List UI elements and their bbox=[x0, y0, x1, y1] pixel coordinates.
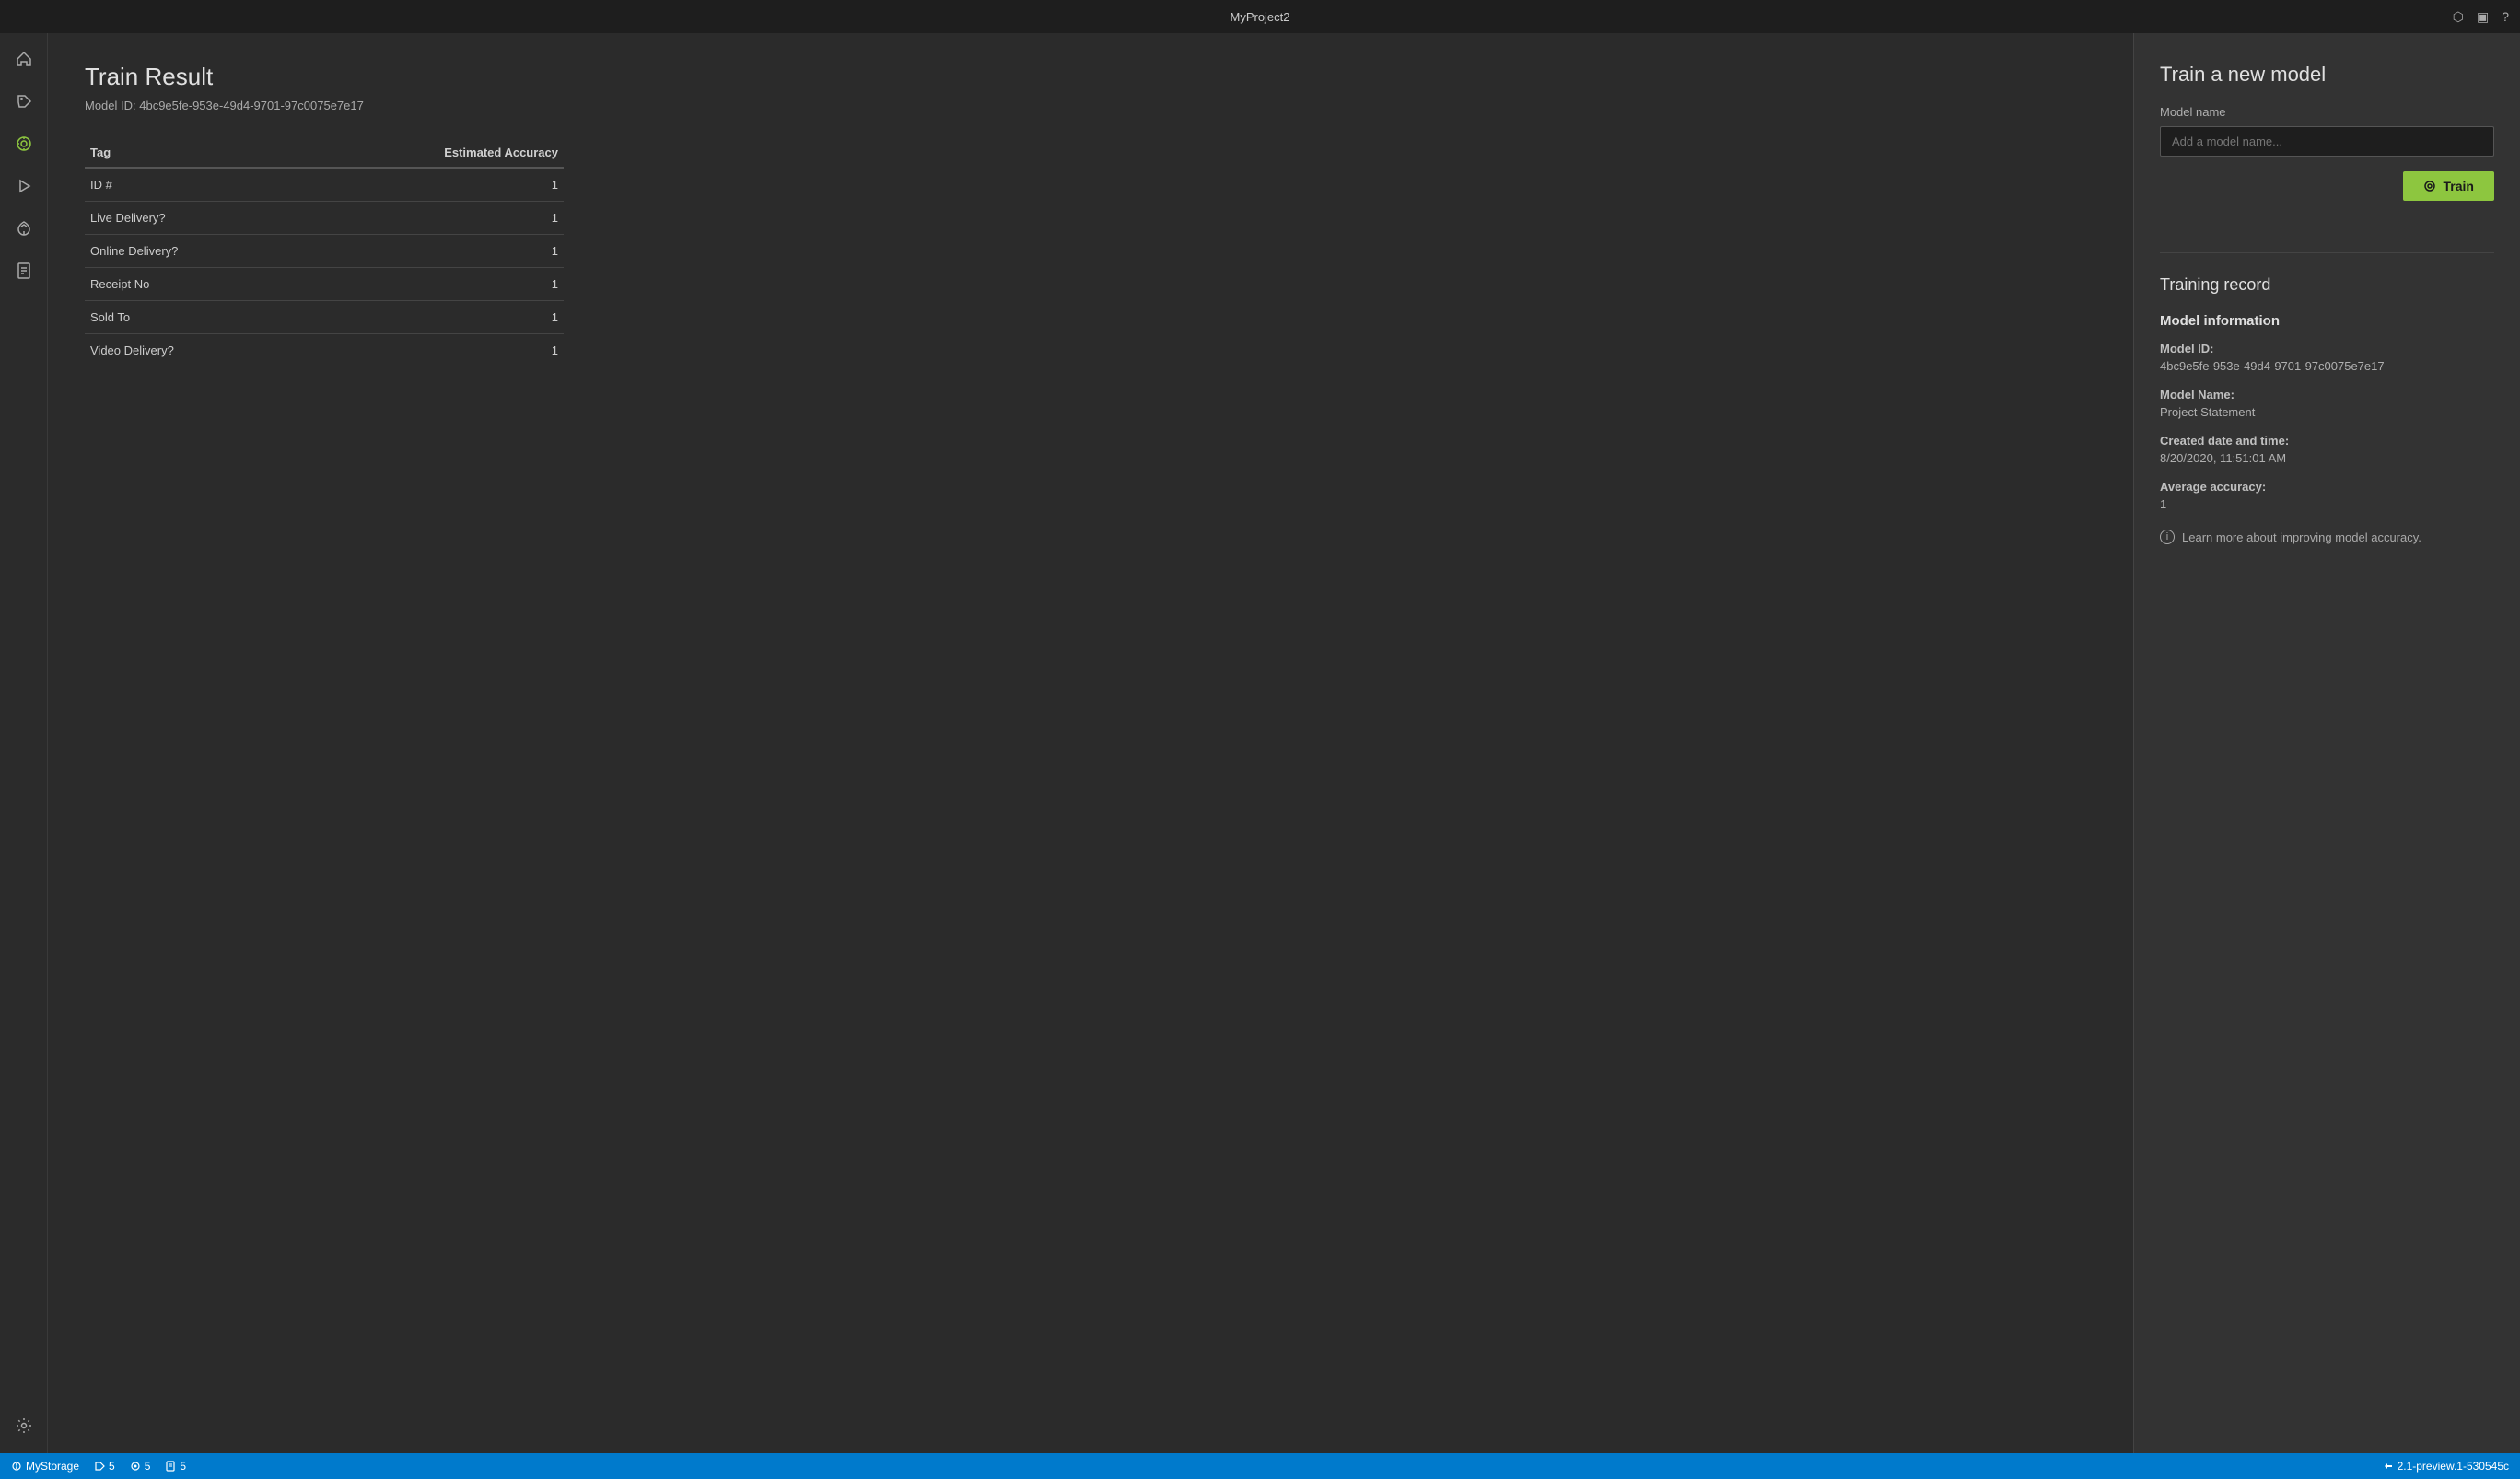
version-text: 2.1-preview.1-530545c bbox=[2398, 1460, 2509, 1473]
model-name-field-label: Model Name: bbox=[2160, 388, 2494, 402]
images-count: 5 bbox=[145, 1460, 151, 1473]
tag-cell: Sold To bbox=[85, 301, 297, 334]
titlebar: MyProject2 ⬡ ▣ ? bbox=[0, 0, 2520, 33]
model-name-label: Model name bbox=[2160, 105, 2494, 119]
tag-cell: Video Delivery? bbox=[85, 334, 297, 367]
page-title: Train Result bbox=[85, 63, 2096, 91]
table-row: Receipt No 1 bbox=[85, 268, 564, 301]
train-section-title: Train a new model bbox=[2160, 63, 2494, 87]
help-icon[interactable]: ? bbox=[2502, 9, 2509, 24]
right-panel: Train a new model Model name Train Train… bbox=[2133, 33, 2520, 1453]
tag-cell: Online Delivery? bbox=[85, 235, 297, 268]
docs-count: 5 bbox=[180, 1460, 186, 1473]
tag-cell: ID # bbox=[85, 168, 297, 202]
model-id-field: Model ID: 4bc9e5fe-953e-49d4-9701-97c007… bbox=[2160, 342, 2494, 373]
learn-more-link[interactable]: i Learn more about improving model accur… bbox=[2160, 530, 2494, 544]
layout-icon[interactable]: ▣ bbox=[2477, 9, 2489, 25]
statusbar-images: 5 bbox=[130, 1460, 151, 1473]
model-info-title: Model information bbox=[2160, 313, 2494, 329]
app-title: MyProject2 bbox=[1230, 10, 1289, 24]
statusbar-storage: MyStorage bbox=[11, 1460, 79, 1473]
sidebar-item-train[interactable] bbox=[6, 125, 42, 162]
learn-more-text: Learn more about improving model accurac… bbox=[2182, 530, 2421, 544]
accuracy-cell: 1 bbox=[297, 202, 564, 235]
sidebar-item-tag[interactable] bbox=[6, 83, 42, 120]
share-icon[interactable]: ⬡ bbox=[2453, 9, 2464, 25]
created-field: Created date and time: 8/20/2020, 11:51:… bbox=[2160, 434, 2494, 465]
results-table: Tag Estimated Accuracy ID # 1 Live Deliv… bbox=[85, 138, 564, 367]
info-icon: i bbox=[2160, 530, 2175, 544]
storage-name: MyStorage bbox=[26, 1460, 79, 1473]
col-tag: Tag bbox=[85, 138, 297, 168]
model-id-field-label: Model ID: bbox=[2160, 342, 2494, 355]
train-icon bbox=[2423, 180, 2436, 192]
sidebar-item-home[interactable] bbox=[6, 41, 42, 77]
tag-cell: Live Delivery? bbox=[85, 202, 297, 235]
created-field-label: Created date and time: bbox=[2160, 434, 2494, 448]
titlebar-actions: ⬡ ▣ ? bbox=[2453, 9, 2509, 25]
model-name-input[interactable] bbox=[2160, 126, 2494, 157]
accuracy-cell: 1 bbox=[297, 268, 564, 301]
tags-count: 5 bbox=[109, 1460, 115, 1473]
tag-status-icon bbox=[94, 1461, 105, 1472]
table-row: Sold To 1 bbox=[85, 301, 564, 334]
accuracy-cell: 1 bbox=[297, 301, 564, 334]
model-name-field: Model Name: Project Statement bbox=[2160, 388, 2494, 419]
statusbar-tags: 5 bbox=[94, 1460, 115, 1473]
avg-accuracy-label: Average accuracy: bbox=[2160, 480, 2494, 494]
content-area: Train Result Model ID: 4bc9e5fe-953e-49d… bbox=[48, 33, 2520, 1453]
model-id-field-value: 4bc9e5fe-953e-49d4-9701-97c0075e7e17 bbox=[2160, 359, 2494, 373]
statusbar-docs: 5 bbox=[165, 1460, 186, 1473]
model-id-line: Model ID: 4bc9e5fe-953e-49d4-9701-97c007… bbox=[85, 99, 2096, 112]
avg-accuracy-field: Average accuracy: 1 bbox=[2160, 480, 2494, 511]
docs-status-icon bbox=[165, 1461, 176, 1472]
statusbar-version: 2.1-preview.1-530545c bbox=[2383, 1460, 2509, 1473]
sidebar-item-run[interactable] bbox=[6, 168, 42, 204]
accuracy-cell: 1 bbox=[297, 235, 564, 268]
branch-icon bbox=[11, 1461, 22, 1472]
created-field-value: 8/20/2020, 11:51:01 AM bbox=[2160, 451, 2494, 465]
training-record-title: Training record bbox=[2160, 275, 2494, 295]
avg-accuracy-value: 1 bbox=[2160, 497, 2494, 511]
main-panel: Train Result Model ID: 4bc9e5fe-953e-49d… bbox=[48, 33, 2133, 1453]
train-button-label: Train bbox=[2444, 179, 2474, 193]
table-row: Video Delivery? 1 bbox=[85, 334, 564, 367]
sidebar bbox=[0, 33, 48, 1453]
sidebar-item-documents[interactable] bbox=[6, 252, 42, 289]
sidebar-item-active-learning[interactable] bbox=[6, 210, 42, 247]
tag-cell: Receipt No bbox=[85, 268, 297, 301]
table-row: Online Delivery? 1 bbox=[85, 235, 564, 268]
table-row: ID # 1 bbox=[85, 168, 564, 202]
images-status-icon bbox=[130, 1461, 141, 1472]
model-name-field-value: Project Statement bbox=[2160, 405, 2494, 419]
table-row: Live Delivery? 1 bbox=[85, 202, 564, 235]
accuracy-cell: 1 bbox=[297, 334, 564, 367]
accuracy-cell: 1 bbox=[297, 168, 564, 202]
app-body: Train Result Model ID: 4bc9e5fe-953e-49d… bbox=[0, 33, 2520, 1453]
version-icon bbox=[2383, 1461, 2394, 1472]
sidebar-item-settings[interactable] bbox=[6, 1407, 42, 1444]
train-button[interactable]: Train bbox=[2403, 171, 2494, 201]
statusbar: MyStorage 5 5 5 2.1-preview.1-530545c bbox=[0, 1453, 2520, 1479]
col-accuracy: Estimated Accuracy bbox=[297, 138, 564, 168]
divider bbox=[2160, 252, 2494, 253]
